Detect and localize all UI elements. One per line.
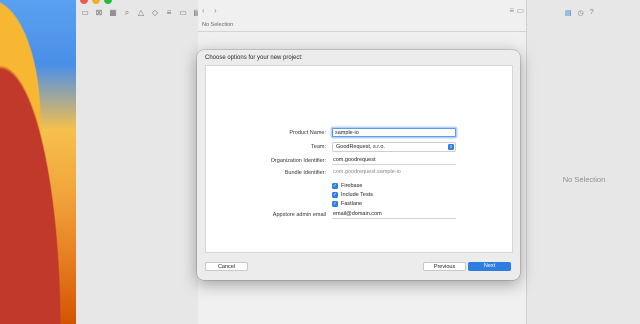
product-name-label: Product Name:: [289, 130, 326, 136]
product-name-input[interactable]: sample-io: [332, 128, 456, 137]
fastlane-checkbox[interactable]: ✓ Fastlane: [332, 200, 362, 207]
previous-button[interactable]: Previous: [423, 262, 466, 271]
new-project-options-sheet: Choose options for your new project: Pro…: [197, 50, 520, 280]
appstore-admin-email-input[interactable]: email@domain.com: [332, 210, 456, 219]
firebase-checkbox[interactable]: ✓ Firebase: [332, 182, 362, 189]
include-tests-checkbox-label: Include Tests: [341, 191, 374, 198]
dialog-title: Choose options for your new project:: [205, 55, 303, 61]
fastlane-checkbox-label: Fastlane: [341, 200, 363, 207]
checkmark-icon: ✓: [332, 200, 338, 207]
chevron-up-down-icon: ⇕: [448, 144, 454, 150]
appstore-admin-email-label: Appstore admin email: [272, 212, 326, 218]
organization-identifier-input[interactable]: com.goodrequest: [332, 156, 456, 165]
team-label: Team:: [311, 144, 326, 150]
checkmark-icon: ✓: [332, 191, 338, 198]
team-select[interactable]: GoodRequest, s.r.o. ⇕: [332, 142, 456, 152]
cancel-button[interactable]: Cancel: [205, 262, 248, 271]
options-panel: Product Name: sample-io Team: GoodReques…: [205, 65, 513, 253]
next-button[interactable]: Next: [468, 262, 511, 271]
include-tests-checkbox[interactable]: ✓ Include Tests: [332, 191, 373, 198]
team-select-value: GoodRequest, s.r.o.: [336, 144, 385, 150]
checkmark-icon: ✓: [332, 182, 338, 189]
desktop-wallpaper: [0, 0, 76, 324]
bundle-identifier-label: Bundle Identifier:: [284, 170, 326, 176]
firebase-checkbox-label: Firebase: [341, 182, 363, 189]
bundle-identifier-value: com.goodrequest.sample-io: [333, 169, 401, 175]
organization-identifier-label: Organization Identifier:: [270, 158, 326, 164]
